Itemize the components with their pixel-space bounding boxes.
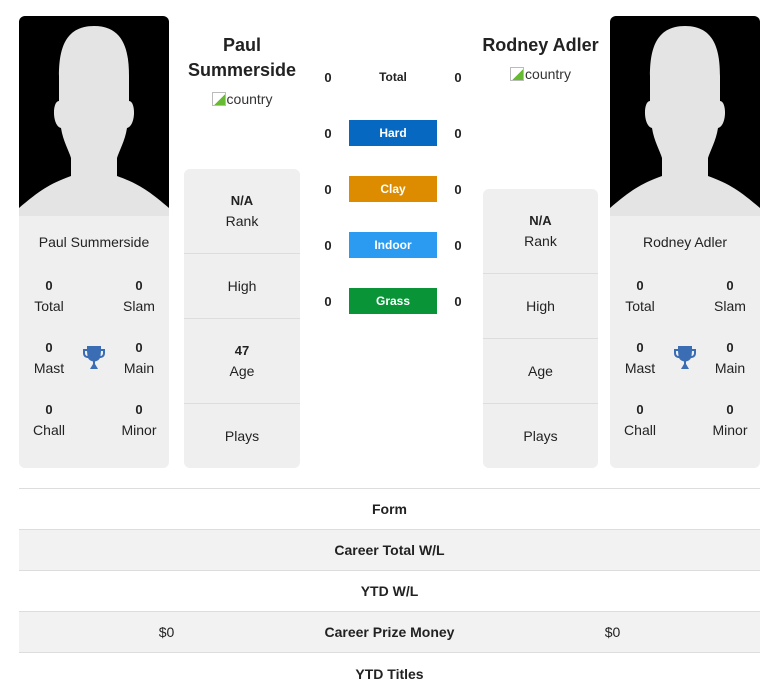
- player1-rank: N/A Rank: [184, 169, 300, 254]
- player1-high: High: [184, 254, 300, 319]
- p2-indoor-wins: 0: [454, 237, 462, 253]
- player1-name[interactable]: Paul Summerside: [184, 33, 300, 83]
- player2-rank: N/A Rank: [483, 189, 598, 274]
- player2-titles-masters: 0 Mast: [624, 340, 656, 376]
- stat-row-prize-money: $0 Career Prize Money $0: [19, 612, 760, 653]
- stat-row-ytd-wl: YTD W/L: [19, 571, 760, 612]
- broken-image-icon: [510, 67, 525, 81]
- p1-total-wins: 0: [324, 69, 332, 85]
- player1-titles-minor: 0 Minor: [121, 402, 157, 438]
- player2-age: Age: [483, 339, 598, 404]
- surface-hard-badge: Hard: [349, 120, 437, 146]
- stat-row-ytd-titles: YTD Titles: [355, 665, 424, 682]
- player2-high: High: [483, 274, 598, 339]
- player1-titles-main: 0 Main: [123, 340, 155, 376]
- p2-clay-wins: 0: [454, 181, 462, 197]
- player1-info-box: N/A Rank High 47 Age Plays: [184, 169, 300, 468]
- player1-titles-masters: 0 Mast: [33, 340, 65, 376]
- h2h-row-clay: 0 Clay 0: [318, 176, 468, 202]
- player1-card: Paul Summerside 0 Total 0 Slam 0 Mast 0 Main…: [19, 16, 169, 468]
- stat-row-career-wl: Career Total W/L: [19, 530, 760, 571]
- trophy-icon: [670, 338, 700, 378]
- player2-titles-minor: 0 Minor: [712, 402, 748, 438]
- surface-indoor-badge: Indoor: [349, 232, 437, 258]
- p2-grass-wins: 0: [454, 293, 462, 309]
- player1-titles-total: 0 Total: [34, 278, 64, 314]
- player1-photo: [19, 16, 169, 216]
- h2h-row-grass: 0 Grass 0: [318, 288, 468, 314]
- h2h-row-indoor: 0 Indoor 0: [318, 232, 468, 258]
- broken-image-icon: [211, 92, 226, 106]
- p1-grass-wins: 0: [324, 293, 332, 309]
- player2-card: Rodney Adler 0 Total 0 Slam 0 Mast 0 Main 0C…: [610, 16, 760, 468]
- player2-card-name: Rodney Adler: [642, 234, 728, 250]
- player1-titles-slam: 0 Slam: [123, 278, 155, 314]
- p2-hard-wins: 0: [454, 125, 462, 141]
- surface-total-label: Total: [379, 70, 407, 84]
- trophy-icon: [79, 338, 109, 378]
- h2h-row-total: 0 Total 0: [318, 64, 468, 90]
- player2-titles-challenger: 0 Chall: [624, 402, 656, 438]
- player1-plays: Plays: [224, 428, 260, 444]
- player2-info-box: N/A Rank High Age Plays: [483, 189, 598, 468]
- p1-indoor-wins: 0: [324, 237, 332, 253]
- player2-name[interactable]: Rodney Adler: [470, 33, 611, 58]
- surface-clay-badge: Clay: [349, 176, 437, 202]
- player2-titles-total: 0 Total: [625, 278, 655, 314]
- player2-photo: [610, 16, 760, 216]
- silhouette-icon: [19, 26, 169, 216]
- player1-country: country: [184, 91, 300, 107]
- p2-total-wins: 0: [454, 69, 462, 85]
- player2-country: country: [470, 66, 611, 82]
- p1-hard-wins: 0: [324, 125, 332, 141]
- player1-age: 47 Age: [184, 319, 300, 404]
- stat-row-form: Form: [19, 489, 760, 530]
- player2-titles-main: 0 Main: [714, 340, 746, 376]
- player1-titles-challenger: 0 Chall: [33, 402, 65, 438]
- p1-clay-wins: 0: [324, 181, 332, 197]
- player1-card-name: Paul Summerside: [38, 234, 150, 250]
- silhouette-icon: [610, 26, 760, 216]
- stats-table: Form Career Total W/L YTD W/L $0 Career P…: [19, 488, 760, 694]
- player2-titles-slam: 0 Slam: [714, 278, 746, 314]
- player2-plays: Plays: [523, 428, 558, 444]
- surface-grass-badge: Grass: [349, 288, 437, 314]
- h2h-row-hard: 0 Hard 0: [318, 120, 468, 146]
